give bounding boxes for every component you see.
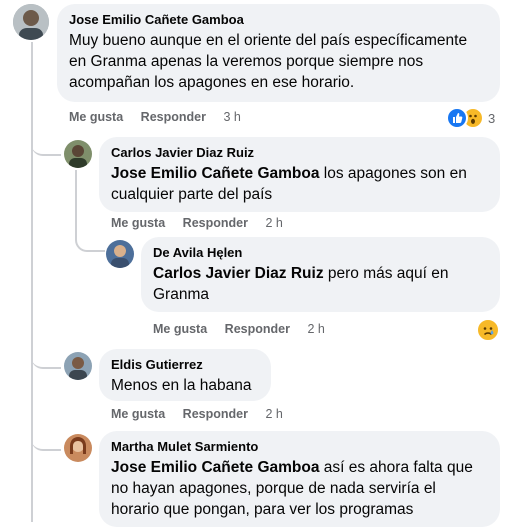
reaction-summary[interactable] <box>476 318 500 342</box>
mention-link[interactable]: Jose Emilio Cañete Gamboa <box>111 459 319 476</box>
profile-photo-icon <box>64 434 92 462</box>
comment-timestamp[interactable]: 2 h <box>265 216 282 230</box>
like-button[interactable]: Me gusta <box>111 407 165 421</box>
reply-button[interactable]: Responder <box>183 407 248 421</box>
comment-author[interactable]: De Avila Hęlen <box>153 245 488 261</box>
reaction-summary[interactable]: 3 <box>446 107 495 129</box>
comment-text: Muy bueno aunque en el oriente del país … <box>69 32 468 91</box>
reply-button[interactable]: Responder <box>141 110 206 124</box>
comment-actions: Me gusta Responder 2 h <box>111 216 297 230</box>
comment-author[interactable]: Jose Emilio Cañete Gamboa <box>69 12 488 28</box>
comment-timestamp[interactable]: 2 h <box>307 322 324 336</box>
mention-link[interactable]: Jose Emilio Cañete Gamboa <box>111 165 319 182</box>
thread-line-branch-4 <box>31 427 61 451</box>
comment-text: Jose Emilio Cañete Gamboa los apagones s… <box>111 165 467 203</box>
profile-photo-icon <box>64 140 92 168</box>
comment-actions: Me gusta Responder 2 h <box>153 322 339 336</box>
thread-line-main <box>31 42 33 522</box>
avatar[interactable] <box>64 352 92 380</box>
avatar[interactable] <box>64 434 92 462</box>
like-button[interactable]: Me gusta <box>153 322 207 336</box>
comment-author[interactable]: Eldis Gutierrez <box>111 357 259 373</box>
comment-bubble: Jose Emilio Cañete Gamboa Muy bueno aunq… <box>57 4 500 102</box>
avatar[interactable] <box>13 4 49 40</box>
comment-text: Jose Emilio Cañete Gamboa así es ahora f… <box>111 459 473 518</box>
thread-line-branch-1 <box>31 132 61 156</box>
comment-timestamp[interactable]: 2 h <box>265 407 282 421</box>
comment-author[interactable]: Martha Mulet Sarmiento <box>111 439 488 455</box>
reply-bubble: De Avila Hęlen Carlos Javier Diaz Ruiz p… <box>141 237 500 312</box>
comment-actions: Me gusta Responder 3 h <box>69 110 255 124</box>
reply-bubble: Martha Mulet Sarmiento Jose Emilio Cañet… <box>99 431 500 527</box>
reaction-count: 3 <box>488 110 496 126</box>
profile-photo-icon <box>106 240 134 268</box>
profile-photo-icon <box>64 352 92 380</box>
reply-button[interactable]: Responder <box>225 322 290 336</box>
reply-bubble: Eldis Gutierrez Menos en la habana <box>99 349 271 401</box>
comment-timestamp[interactable]: 3 h <box>223 110 240 124</box>
avatar[interactable] <box>106 240 134 268</box>
comment-actions: Me gusta Responder 2 h <box>111 407 297 421</box>
reply-bubble: Carlos Javier Diaz Ruiz Jose Emilio Cañe… <box>99 137 500 212</box>
mention-link[interactable]: Carlos Javier Diaz Ruiz <box>153 265 324 282</box>
comment-text: Menos en la habana <box>111 377 252 394</box>
comment-author[interactable]: Carlos Javier Diaz Ruiz <box>111 145 488 161</box>
thread-line-branch-2 <box>75 226 105 252</box>
reply-button[interactable]: Responder <box>183 216 248 230</box>
profile-photo-icon <box>13 4 49 40</box>
thread-line-branch-3 <box>31 345 61 369</box>
like-reaction-icon <box>446 107 468 129</box>
avatar[interactable] <box>64 140 92 168</box>
sad-reaction-icon <box>476 318 500 342</box>
like-button[interactable]: Me gusta <box>69 110 123 124</box>
comment-text: Carlos Javier Diaz Ruiz pero más aquí en… <box>153 265 449 303</box>
like-button[interactable]: Me gusta <box>111 216 165 230</box>
